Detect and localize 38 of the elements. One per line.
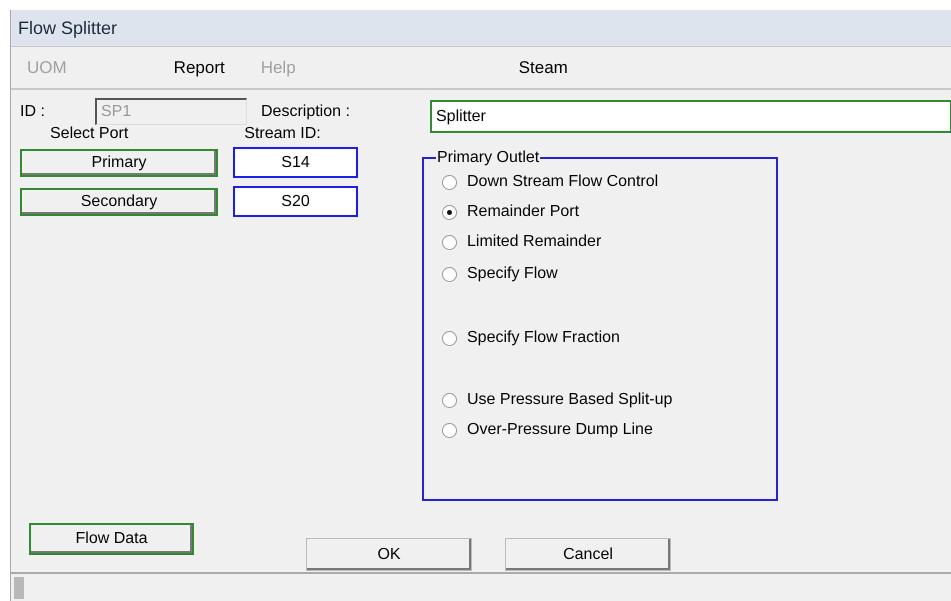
- radio-button[interactable]: [442, 392, 457, 408]
- radio-button[interactable]: [442, 234, 457, 250]
- radio-button[interactable]: [442, 204, 457, 220]
- id-label: ID :: [20, 102, 46, 120]
- status-grip: [14, 576, 24, 598]
- radio-button[interactable]: [442, 266, 457, 282]
- description-field[interactable]: Splitter: [430, 100, 951, 133]
- stream-id-label: Stream ID:: [244, 125, 321, 143]
- radio-button[interactable]: [442, 422, 457, 438]
- window-title: Flow Splitter: [11, 10, 951, 47]
- select-port-label: Select Port: [50, 125, 128, 143]
- option-label: Specify Flow: [467, 265, 558, 283]
- radio-option[interactable]: Limited Remainder: [442, 233, 776, 251]
- radio-option[interactable]: Remainder Port: [442, 203, 776, 221]
- menu-item[interactable]: Report: [174, 58, 225, 78]
- stream-id-field[interactable]: S14: [233, 147, 358, 178]
- dialog-button[interactable]: OK: [306, 538, 472, 571]
- option-label: Down Stream Flow Control: [467, 173, 658, 191]
- radio-option[interactable]: Specify Flow: [442, 265, 776, 283]
- option-label: Use Pressure Based Split-up: [467, 391, 672, 409]
- option-label: Over-Pressure Dump Line: [467, 421, 653, 439]
- flow-data-button[interactable]: Flow Data: [29, 523, 194, 555]
- stream-id-field[interactable]: S20: [233, 186, 358, 217]
- group-title: Primary Outlet: [436, 149, 540, 167]
- radio-button[interactable]: [442, 174, 457, 190]
- radio-option[interactable]: Over-Pressure Dump Line: [442, 421, 776, 439]
- option-label: Specify Flow Fraction: [467, 329, 620, 347]
- description-label: Description :: [261, 102, 350, 120]
- radio-option[interactable]: Use Pressure Based Split-up: [442, 391, 776, 409]
- option-label: Remainder Port: [467, 203, 580, 221]
- menu-caption: Steam: [518, 58, 568, 78]
- dialog-button[interactable]: Cancel: [505, 538, 671, 571]
- radio-option[interactable]: Specify Flow Fraction: [442, 329, 776, 347]
- radio-option[interactable]: Down Stream Flow Control: [442, 173, 776, 191]
- radio-button[interactable]: [442, 330, 457, 346]
- port-button[interactable]: Primary: [20, 148, 218, 176]
- option-label: Limited Remainder: [467, 233, 602, 251]
- port-button[interactable]: Secondary: [20, 188, 218, 216]
